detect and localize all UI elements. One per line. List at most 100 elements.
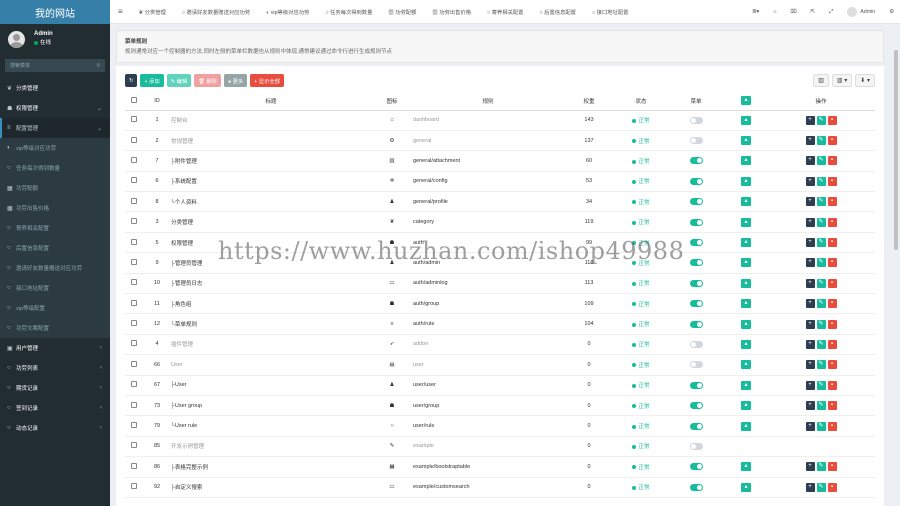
edit-icon[interactable]: ✎ <box>816 197 826 207</box>
sidebar-item[interactable]: ○ 邀请好友数量赠送对应功劳 <box>0 258 110 278</box>
menu-toggle-icon[interactable]: ≡ <box>110 7 131 16</box>
sidebar-item[interactable]: ○ 动态记录 ‹ <box>0 418 110 438</box>
expand-icon[interactable]: ▴ <box>741 401 751 411</box>
edit-icon[interactable]: ✎ <box>816 421 826 431</box>
edit-icon[interactable]: ✎ <box>816 482 826 492</box>
menu-toggle[interactable] <box>689 137 703 145</box>
delete-icon[interactable]: ▪ <box>827 462 837 472</box>
add-child-icon[interactable]: + <box>805 217 815 227</box>
add-child-icon[interactable]: + <box>805 401 815 411</box>
site-logo[interactable]: 我的网站 <box>0 0 110 24</box>
expand-icon[interactable]: ▴ <box>741 299 751 309</box>
add-child-icon[interactable]: + <box>805 238 815 248</box>
sidebar-item[interactable]: ▦ 功劳出售价格 <box>0 198 110 218</box>
expand-icon[interactable]: ▴ <box>741 462 751 472</box>
add-child-icon[interactable]: + <box>805 482 815 492</box>
sidebar-item[interactable]: ▦ 功劳配额 <box>0 178 110 198</box>
sidebar-item[interactable]: ❦ 分类管理 <box>0 78 110 98</box>
row-checkbox[interactable] <box>131 462 137 469</box>
menu-toggle[interactable] <box>689 402 703 410</box>
menu-toggle[interactable] <box>689 116 703 124</box>
row-checkbox[interactable] <box>131 279 137 286</box>
admin-label[interactable]: Admin <box>860 9 875 15</box>
row-checkbox[interactable] <box>131 320 137 327</box>
nav-tab[interactable]: ▦ 功劳配额 <box>380 8 424 16</box>
row-checkbox[interactable] <box>131 177 137 184</box>
table-tool-button[interactable]: ⬇ ▾ <box>855 74 875 87</box>
expand-icon[interactable]: ▴ <box>741 197 751 207</box>
expand-icon[interactable]: ▴ <box>741 238 751 248</box>
add-child-icon[interactable]: + <box>805 360 815 370</box>
add-child-icon[interactable]: + <box>805 380 815 390</box>
row-checkbox[interactable] <box>131 340 137 347</box>
nav-tab[interactable]: ▦ 功劳出售价格 <box>424 8 479 16</box>
menu-toggle[interactable] <box>689 198 703 206</box>
expand-icon[interactable]: ▴ <box>741 421 751 431</box>
delete-icon[interactable]: ▪ <box>827 421 837 431</box>
add-child-icon[interactable]: + <box>805 339 815 349</box>
nav-tab[interactable]: ○ 接口地址配置 <box>584 8 636 16</box>
menu-toggle[interactable] <box>689 463 703 471</box>
nav-tab[interactable]: ❦ 分类管理 <box>131 8 174 16</box>
add-child-icon[interactable]: + <box>805 176 815 186</box>
delete-icon[interactable]: ▪ <box>827 339 837 349</box>
sidebar-item[interactable]: ○ 后置信息配置 <box>0 238 110 258</box>
sidebar-search-input[interactable]: 搜索菜单 ⚲ <box>5 59 105 72</box>
row-checkbox[interactable] <box>131 238 137 245</box>
delete-icon[interactable]: ▪ <box>827 176 837 186</box>
delete-icon[interactable]: ▪ <box>827 217 837 227</box>
edit-icon[interactable]: ✎ <box>816 360 826 370</box>
expand-icon[interactable]: ▴ <box>741 360 751 370</box>
delete-icon[interactable]: ▪ <box>827 136 837 146</box>
row-checkbox[interactable] <box>131 360 137 367</box>
expand-icon[interactable]: ▴ <box>741 156 751 166</box>
sidebar-item[interactable]: ≡ 配置管理 ⌄ <box>0 118 110 138</box>
search-icon[interactable]: ⚲ <box>96 63 100 69</box>
expand-icon[interactable]: ▴ <box>741 482 751 492</box>
menu-toggle[interactable] <box>689 279 703 287</box>
nav-tab[interactable]: ○ 邀请好友数量赠送对应功劳 <box>174 8 258 16</box>
edit-icon[interactable]: ✎ <box>816 176 826 186</box>
menu-toggle[interactable] <box>689 157 703 165</box>
sidebar-item[interactable]: ○ 期货记录 ‹ <box>0 378 110 398</box>
row-checkbox[interactable] <box>131 299 137 306</box>
delete-icon[interactable]: ▪ <box>827 115 837 125</box>
menu-toggle[interactable] <box>689 442 703 450</box>
scrollbar[interactable] <box>894 50 898 250</box>
edit-button[interactable]: ✎ 编辑 <box>166 74 192 87</box>
add-child-icon[interactable]: + <box>805 197 815 207</box>
navbar-tool-icon[interactable]: ≣▾ <box>752 9 759 16</box>
nav-tab[interactable]: ○ 后置信息配置 <box>531 8 583 16</box>
delete-icon[interactable]: ▪ <box>827 258 837 268</box>
expand-icon[interactable]: ▴ <box>741 278 751 288</box>
table-tool-button[interactable]: ▥ <box>813 74 829 87</box>
nav-tab[interactable]: ○ 任务每次得到数量 <box>317 8 380 16</box>
add-child-icon[interactable]: + <box>805 319 815 329</box>
menu-toggle[interactable] <box>689 218 703 226</box>
edit-icon[interactable]: ✎ <box>816 136 826 146</box>
edit-icon[interactable]: ✎ <box>816 339 826 349</box>
edit-icon[interactable]: ✎ <box>816 462 826 472</box>
expand-all-button[interactable]: + 显示全部 <box>250 74 284 87</box>
edit-icon[interactable]: ✎ <box>816 238 826 248</box>
edit-icon[interactable]: ✎ <box>816 380 826 390</box>
row-checkbox[interactable] <box>131 197 137 204</box>
menu-toggle[interactable] <box>689 177 703 185</box>
edit-icon[interactable]: ✎ <box>816 156 826 166</box>
edit-icon[interactable]: ✎ <box>816 278 826 288</box>
row-checkbox[interactable] <box>131 258 137 265</box>
delete-icon[interactable]: ▪ <box>827 401 837 411</box>
delete-icon[interactable]: ▪ <box>827 360 837 370</box>
sidebar-item[interactable]: ○ 签到记录 ‹ <box>0 398 110 418</box>
delete-icon[interactable]: ▪ <box>827 299 837 309</box>
settings-gear-icon[interactable]: ⚙ <box>889 9 894 15</box>
expand-icon[interactable]: ▴ <box>741 258 751 268</box>
row-checkbox[interactable] <box>131 156 137 163</box>
sidebar-item[interactable]: ○ 功劳列表 ‹ <box>0 358 110 378</box>
more-button[interactable]: ● 更多 <box>223 74 248 87</box>
row-checkbox[interactable] <box>131 218 137 225</box>
menu-toggle[interactable] <box>689 422 703 430</box>
sidebar-item[interactable]: ○ 功劳文案配置 <box>0 318 110 338</box>
refresh-button[interactable]: ↻ <box>125 74 138 87</box>
expand-icon[interactable]: ▴ <box>741 217 751 227</box>
